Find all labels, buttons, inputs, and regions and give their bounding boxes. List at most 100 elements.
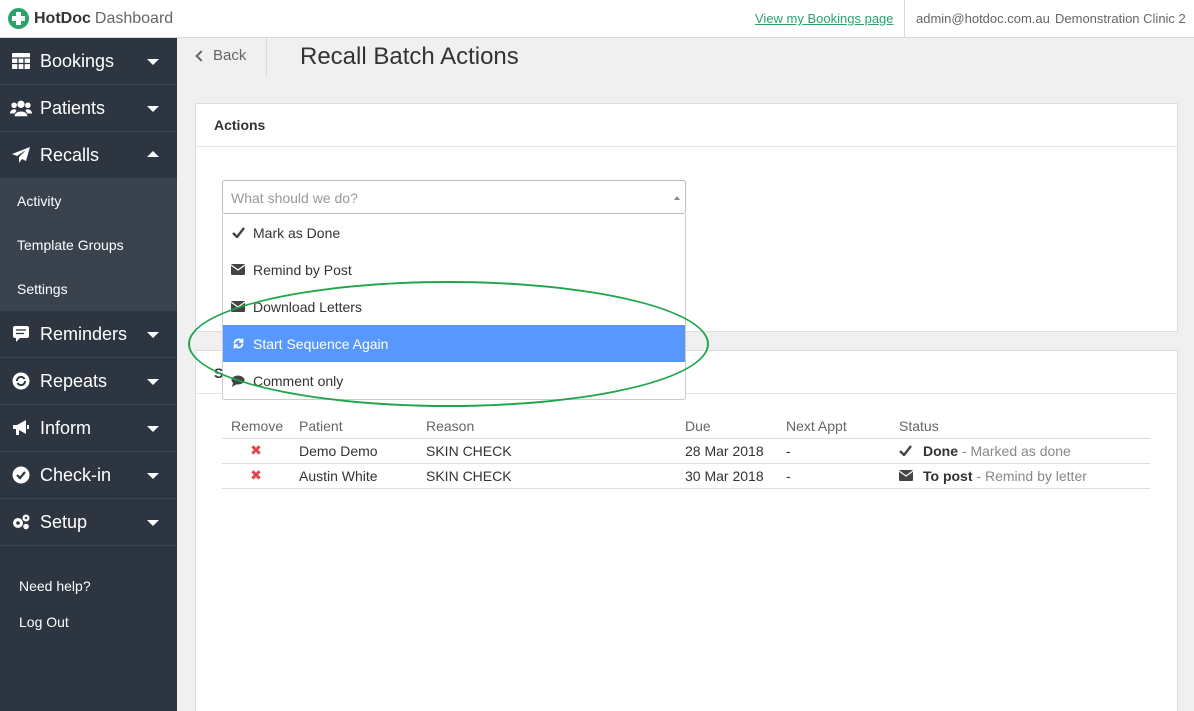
remove-cell: ✖ (222, 437, 290, 464)
comment-icon (231, 374, 245, 388)
actions-panel-heading: Actions (196, 104, 1177, 147)
envelope-icon (898, 468, 915, 484)
cogs-icon (10, 511, 32, 533)
patient-cell: Austin White (290, 462, 417, 489)
sidebar-item-label: Inform (40, 417, 92, 438)
sidebar-item-recalls[interactable]: Recalls (0, 132, 177, 179)
status-label: Done (923, 442, 958, 459)
envelope-icon (231, 263, 245, 277)
option-remind-by-post[interactable]: Remind by Post (223, 251, 685, 288)
brand[interactable]: HotDoc Dashboard (8, 8, 173, 29)
col-header-status: Status (890, 414, 1150, 439)
chevron-left-icon (195, 49, 207, 62)
sidebar-item-label: Setup (40, 511, 88, 532)
view-bookings-link[interactable]: View my Bookings page (755, 11, 894, 26)
sidebar-subitem-activity[interactable]: Activity (0, 179, 177, 223)
table-row: ✖ Demo Demo SKIN CHECK 28 Mar 2018 - Don… (222, 437, 1150, 464)
option-label: Comment only (253, 372, 344, 389)
sidebar-item-label: Bookings (40, 50, 115, 71)
caret-down-icon (147, 59, 159, 65)
caret-down-icon (147, 520, 159, 526)
sidebar-item-bookings[interactable]: Bookings (0, 38, 177, 85)
users-icon (10, 97, 32, 119)
status-detail: - Remind by letter (972, 467, 1087, 484)
sidebar-item-inform[interactable]: Inform (0, 405, 177, 452)
sidebar-item-label: Reminders (40, 323, 128, 344)
table-icon (10, 50, 32, 72)
brand-name: HotDoc (34, 9, 91, 27)
remove-x-icon[interactable]: ✖ (222, 442, 290, 459)
recalls-list-panel: S (195, 350, 1178, 711)
bullhorn-icon (10, 417, 32, 439)
caret-down-icon (147, 473, 159, 479)
option-label: Download Letters (253, 298, 362, 315)
status-detail: - Marked as done (958, 442, 1071, 459)
recalls-submenu: Activity Template Groups Settings (0, 179, 177, 311)
recalls-table: Remove Patient Reason Due Next Appt Stat… (222, 414, 1150, 489)
need-help-link[interactable]: Need help? (19, 578, 91, 594)
status-cell: To post - Remind by letter (890, 462, 1150, 489)
remove-x-icon[interactable]: ✖ (222, 467, 290, 484)
option-label: Mark as Done (253, 224, 341, 241)
sidebar-item-setup[interactable]: Setup (0, 499, 177, 546)
sidebar-item-check-in[interactable]: Check-in (0, 452, 177, 499)
back-label: Back (213, 47, 247, 64)
option-label: Start Sequence Again (253, 335, 389, 352)
paper-plane-icon (10, 144, 32, 166)
caret-up-icon (147, 151, 159, 157)
brand-subtitle: Dashboard (94, 9, 174, 27)
check-icon (899, 443, 915, 459)
clinic-name[interactable]: Demonstration Clinic 2 (1055, 11, 1186, 26)
remove-cell: ✖ (222, 462, 290, 489)
reason-cell: SKIN CHECK (417, 437, 676, 464)
top-bar: HotDoc Dashboard View my Bookings page a… (0, 0, 1194, 38)
sidebar-item-patients[interactable]: Patients (0, 85, 177, 132)
check-circle-icon (10, 464, 32, 486)
divider (266, 38, 267, 76)
col-header-remove: Remove (222, 414, 290, 439)
message-icon (10, 323, 32, 345)
sidebar-item-label: Check-in (40, 464, 112, 485)
caret-down-icon (147, 332, 159, 338)
reason-cell: SKIN CHECK (417, 462, 676, 489)
table-row: ✖ Austin White SKIN CHECK 30 Mar 2018 - … (222, 462, 1150, 489)
sidebar-item-label: Repeats (40, 370, 108, 391)
option-download-letters[interactable]: Download Letters (223, 288, 685, 325)
envelope-icon (231, 300, 245, 314)
user-email[interactable]: admin@hotdoc.com.au (916, 11, 1050, 26)
action-dropdown: Mark as Done Remind by Post Download Let… (222, 214, 686, 400)
patient-cell: Demo Demo (290, 437, 417, 464)
back-button[interactable]: Back (194, 47, 246, 64)
table-header-row: Remove Patient Reason Due Next Appt Stat… (222, 414, 1150, 439)
refresh-icon (231, 337, 245, 351)
next-appt-cell: - (777, 437, 890, 464)
due-cell: 28 Mar 2018 (676, 437, 777, 464)
col-header-reason: Reason (417, 414, 676, 439)
caret-up-icon (674, 196, 680, 200)
page-title: Recall Batch Actions (300, 43, 519, 70)
log-out-link[interactable]: Log Out (19, 614, 91, 630)
caret-down-icon (147, 426, 159, 432)
option-label: Remind by Post (253, 261, 352, 278)
caret-down-icon (147, 106, 159, 112)
option-mark-as-done[interactable]: Mark as Done (223, 214, 685, 251)
check-icon (231, 226, 245, 240)
status-label: To post (923, 467, 973, 484)
sidebar-subitem-settings[interactable]: Settings (0, 267, 177, 311)
action-select[interactable]: What should we do? (222, 180, 686, 214)
sidebar-item-reminders[interactable]: Reminders (0, 311, 177, 358)
option-start-sequence-again[interactable]: Start Sequence Again (223, 325, 685, 362)
col-header-patient: Patient (290, 414, 417, 439)
divider (904, 0, 905, 38)
sidebar-item-repeats[interactable]: Repeats (0, 358, 177, 405)
refresh-icon (10, 370, 32, 392)
sidebar-subitem-template-groups[interactable]: Template Groups (0, 223, 177, 267)
hotdoc-logo-icon (8, 8, 29, 29)
sidebar-item-label: Patients (40, 97, 106, 118)
col-header-due: Due (676, 414, 777, 439)
next-appt-cell: - (777, 462, 890, 489)
sidebar-item-label: Recalls (40, 144, 100, 165)
option-comment-only[interactable]: Comment only (223, 362, 685, 399)
sidebar: Bookings Patients Recalls Activity Templ… (0, 38, 177, 711)
due-cell: 30 Mar 2018 (676, 462, 777, 489)
